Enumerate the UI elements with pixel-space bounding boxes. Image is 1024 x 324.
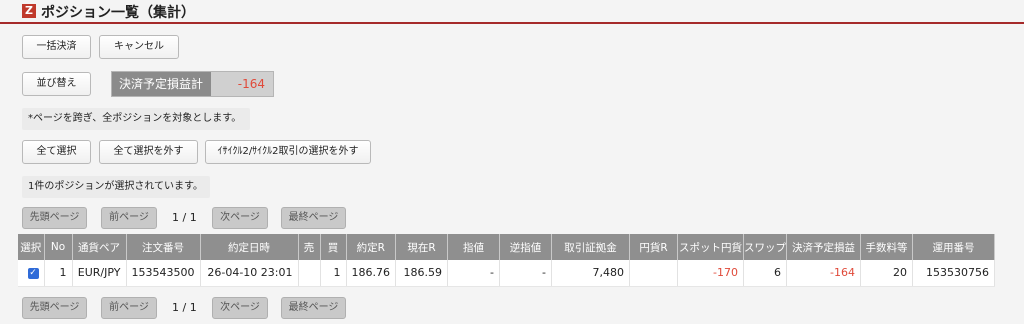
- cell-current-rate: 186.59: [395, 260, 448, 287]
- last-page-button-bottom[interactable]: 最終ページ: [281, 297, 346, 319]
- cell-spot-jpy: -170: [677, 260, 744, 287]
- cell-currency-pair: EUR/JPY: [72, 260, 127, 287]
- col-header: 取引証拠金: [551, 234, 630, 260]
- page-title: ポジション一覧（集計）: [41, 5, 195, 21]
- col-header: スポット円貨: [677, 234, 744, 260]
- next-page-button[interactable]: 次ページ: [212, 207, 268, 229]
- select-all-button[interactable]: 全て選択: [22, 140, 91, 164]
- cross-page-note: *ページを跨ぎ、全ポジションを対象とします。: [22, 108, 250, 130]
- z-logo-icon: Z: [22, 4, 36, 18]
- col-header: 指値: [447, 234, 500, 260]
- col-header: 買: [320, 234, 347, 260]
- bulk-settle-button[interactable]: 一括決済: [22, 35, 91, 59]
- cell-margin: 7,480: [551, 260, 630, 287]
- cell-no: 1: [44, 260, 73, 287]
- cell-execution-rate: 186.76: [346, 260, 396, 287]
- col-header: 注文番号: [126, 234, 201, 260]
- checkbox-checked-icon[interactable]: ✓: [27, 267, 39, 279]
- deselect-all-button[interactable]: 全て選択を外す: [99, 140, 198, 164]
- cell-limit: -: [447, 260, 500, 287]
- col-header: スワップ: [743, 234, 787, 260]
- positions-table: 選択 No 通貨ペア 注文番号 約定日時 売 買 約定R 現在R 指値 逆指値 …: [18, 234, 995, 287]
- cancel-button[interactable]: キャンセル: [99, 35, 179, 59]
- cell-execution-datetime: 26-04-10 23:01: [200, 260, 299, 287]
- page-indicator: 1 / 1: [172, 211, 197, 224]
- next-page-button-bottom[interactable]: 次ページ: [212, 297, 268, 319]
- col-header: 約定日時: [200, 234, 299, 260]
- col-header: 売: [298, 234, 321, 260]
- page-header: Z ポジション一覧（集計）: [0, 0, 1024, 24]
- cell-sell: [298, 260, 321, 287]
- cell-fees: 20: [860, 260, 913, 287]
- pl-summary-value: -164: [211, 72, 273, 96]
- page-indicator-bottom: 1 / 1: [172, 301, 197, 314]
- sort-button[interactable]: 並び替え: [22, 72, 91, 96]
- last-page-button[interactable]: 最終ページ: [281, 207, 346, 229]
- first-page-button[interactable]: 先頭ページ: [22, 207, 87, 229]
- col-header: 決済予定損益: [786, 234, 861, 260]
- col-header: 円貨R: [629, 234, 678, 260]
- cell-operation-number: 153530756: [912, 260, 995, 287]
- deselect-icycle-button[interactable]: ｲｻｲｸﾙ2/ｻｲｸﾙ2取引の選択を外す: [205, 140, 371, 164]
- cell-planned-pl: -164: [786, 260, 861, 287]
- prev-page-button[interactable]: 前ページ: [101, 207, 157, 229]
- col-header: 運用番号: [912, 234, 995, 260]
- col-header: 手数料等: [860, 234, 913, 260]
- selected-count-note: 1件のポジションが選択されています。: [22, 176, 210, 198]
- select-cell[interactable]: ✓: [18, 260, 45, 287]
- col-header: 逆指値: [499, 234, 552, 260]
- prev-page-button-bottom[interactable]: 前ページ: [101, 297, 157, 319]
- cell-order-number: 153543500: [126, 260, 201, 287]
- col-header: 通貨ペア: [72, 234, 127, 260]
- table-header-row: 選択 No 通貨ペア 注文番号 約定日時 売 買 約定R 現在R 指値 逆指値 …: [18, 234, 995, 260]
- pl-summary: 決済予定損益計 -164: [111, 71, 274, 97]
- cell-buy: 1: [320, 260, 347, 287]
- cell-swap: 6: [743, 260, 787, 287]
- col-header: 約定R: [346, 234, 396, 260]
- pl-summary-label: 決済予定損益計: [112, 72, 211, 96]
- col-header: 選択: [18, 234, 45, 260]
- col-header: 現在R: [395, 234, 448, 260]
- col-header: No: [44, 234, 73, 260]
- cell-jpy-rate: [629, 260, 678, 287]
- first-page-button-bottom[interactable]: 先頭ページ: [22, 297, 87, 319]
- table-row[interactable]: ✓ 1 EUR/JPY 153543500 26-04-10 23:01 1 1…: [18, 260, 995, 287]
- cell-stop: -: [499, 260, 552, 287]
